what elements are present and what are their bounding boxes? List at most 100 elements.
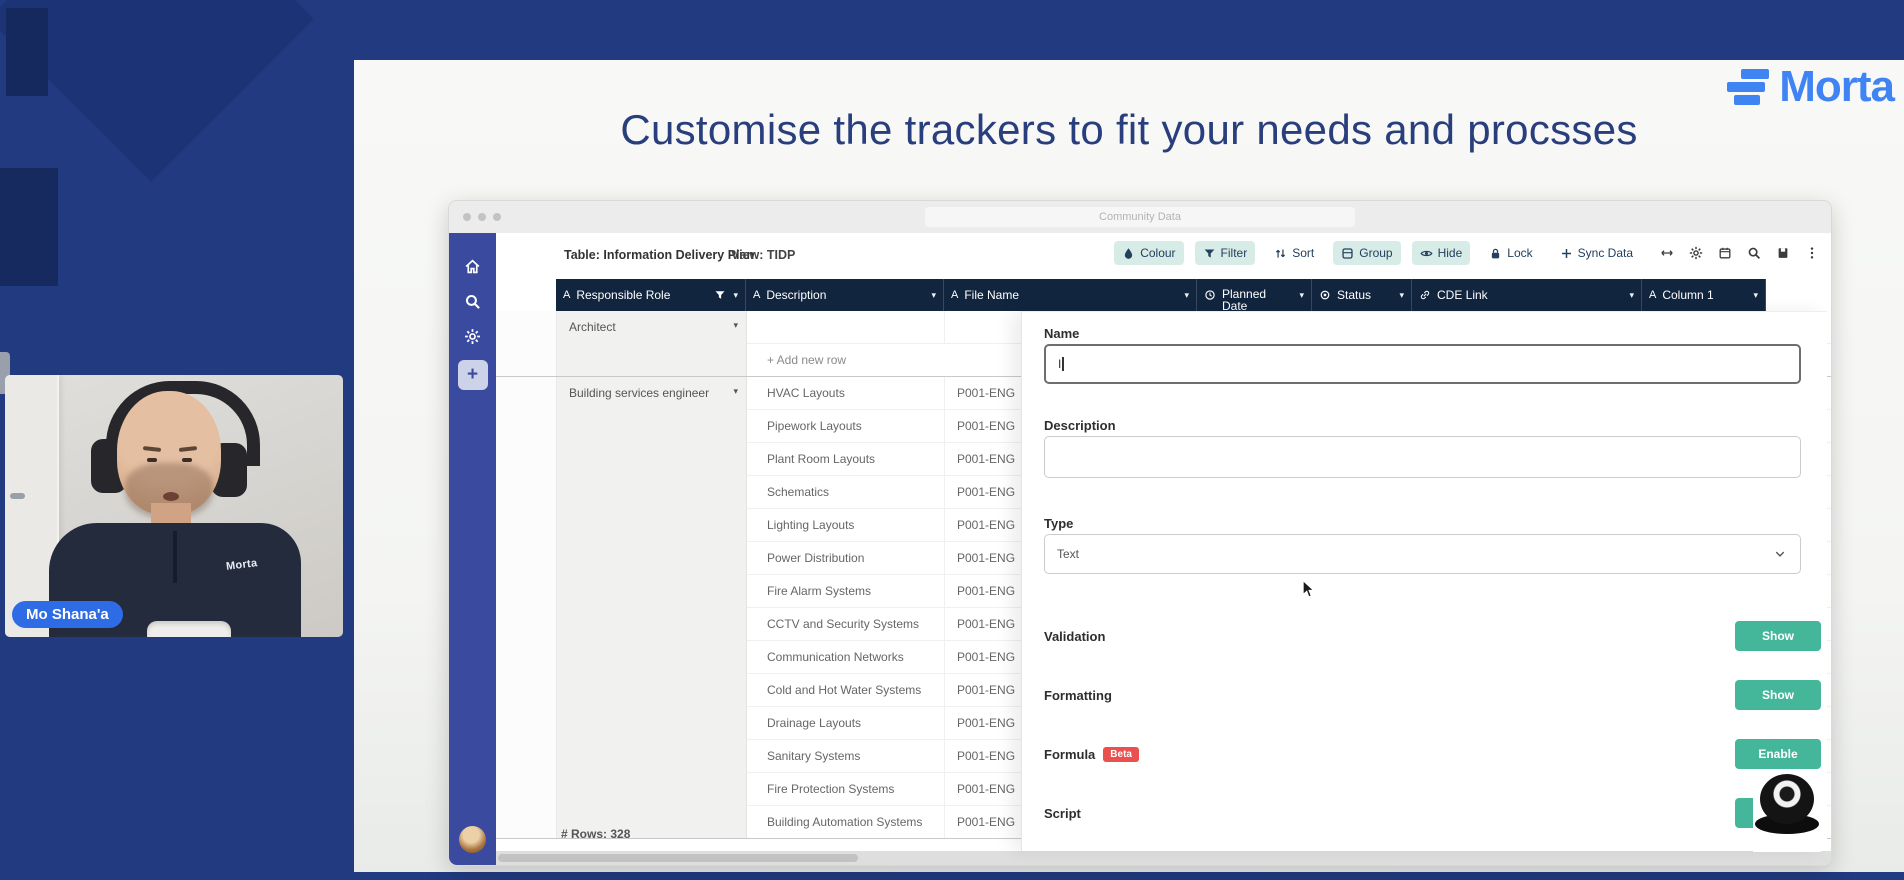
toolbar-button-label: Sort bbox=[1292, 246, 1314, 260]
filter-icon bbox=[1203, 247, 1216, 260]
column-menu-caret[interactable]: ▾ bbox=[1753, 290, 1758, 301]
user-avatar[interactable] bbox=[459, 826, 486, 853]
column-header-column-1[interactable]: AColumn 1▾ bbox=[1642, 279, 1766, 311]
cell-responsible-role[interactable]: Architect▾ bbox=[557, 311, 747, 376]
column-header-planned-date[interactable]: Planned Date▾ bbox=[1197, 279, 1312, 311]
role-text: Building services engineer bbox=[569, 386, 709, 400]
column-menu-caret[interactable]: ▾ bbox=[1399, 290, 1404, 301]
toolbar-group-button[interactable]: Group bbox=[1333, 241, 1400, 265]
toolbar-calendar-icon[interactable] bbox=[1718, 246, 1732, 260]
sidebar-home-button[interactable] bbox=[449, 249, 496, 284]
cell-description[interactable]: Cold and Hot Water Systems bbox=[747, 674, 945, 706]
buzzer-button-icon bbox=[1760, 774, 1814, 824]
column-settings-panel: Name I Description Type Text ValidationS… bbox=[1021, 311, 1827, 851]
column-header-file-name[interactable]: AFile Name▾ bbox=[944, 279, 1197, 311]
gear-icon bbox=[464, 328, 481, 345]
coffee-cup bbox=[147, 621, 231, 637]
shirt-brand-text: Morta bbox=[225, 557, 258, 573]
background-rect-shape-2 bbox=[0, 168, 58, 286]
table-toolbar: Colour Filter Sort Group Hide Lock Sync Data bbox=[1114, 241, 1819, 265]
column-label: File Name bbox=[964, 288, 1019, 302]
row-count-label: # Rows: 328 bbox=[561, 827, 630, 841]
door-handle bbox=[10, 493, 25, 499]
section-label: Formula bbox=[1044, 747, 1095, 762]
cell-description[interactable]: Power Distribution bbox=[747, 542, 945, 574]
cell-description[interactable]: CCTV and Security Systems bbox=[747, 608, 945, 640]
webcam-overlay: Morta Mo Shana'a bbox=[5, 375, 343, 637]
column-header-status[interactable]: Status▾ bbox=[1312, 279, 1412, 311]
cell-description[interactable]: Sanitary Systems bbox=[747, 740, 945, 772]
sidebar-search-button[interactable] bbox=[449, 284, 496, 319]
toolbar-kebab-icon[interactable] bbox=[1805, 246, 1819, 260]
search-icon bbox=[464, 293, 481, 310]
formula-enable-button[interactable]: Enable bbox=[1735, 739, 1821, 769]
window-minimize-button[interactable] bbox=[478, 213, 486, 221]
section-label: Validation bbox=[1044, 629, 1105, 644]
sidebar-gear-button[interactable] bbox=[449, 319, 496, 354]
cell-description[interactable]: Building Automation Systems bbox=[747, 806, 945, 838]
colour-icon bbox=[1122, 247, 1135, 260]
column-menu-caret[interactable]: ▾ bbox=[1184, 290, 1189, 301]
toolbar-search-icon[interactable] bbox=[1747, 246, 1761, 260]
text-column-type-icon: A bbox=[563, 289, 570, 301]
column-header-description[interactable]: ADescription▾ bbox=[746, 279, 944, 311]
role-dropdown-caret[interactable]: ▾ bbox=[733, 386, 738, 397]
cell-description[interactable]: Plant Room Layouts bbox=[747, 443, 945, 475]
view-selector[interactable]: View: TIDP bbox=[731, 248, 795, 262]
cell-description[interactable]: Lighting Layouts bbox=[747, 509, 945, 541]
column-label: Description bbox=[766, 288, 826, 302]
column-header-cde-link[interactable]: CDE Link▾ bbox=[1412, 279, 1642, 311]
cell-description[interactable] bbox=[747, 311, 945, 343]
column-menu-caret[interactable]: ▾ bbox=[733, 290, 738, 301]
type-select[interactable]: Text bbox=[1044, 534, 1801, 574]
filter-icon[interactable] bbox=[714, 289, 726, 301]
toolbar-sort-button[interactable]: Sort bbox=[1266, 241, 1322, 265]
mouth bbox=[163, 492, 179, 501]
description-label: Description bbox=[1044, 418, 1116, 433]
row-number-gutter bbox=[496, 377, 557, 838]
column-header-responsible-role[interactable]: AResponsible Role▾ bbox=[556, 279, 746, 311]
toolbar-button-label: Sync Data bbox=[1578, 246, 1633, 260]
column-menu-caret[interactable]: ▾ bbox=[931, 290, 936, 301]
role-dropdown-caret[interactable]: ▾ bbox=[733, 320, 738, 331]
type-select-value: Text bbox=[1057, 547, 1079, 561]
sidebar-add-button[interactable]: + bbox=[458, 360, 488, 390]
toolbar-button-label: Colour bbox=[1140, 246, 1175, 260]
toolbar-hide-button[interactable]: Hide bbox=[1412, 241, 1471, 265]
formatting-show-button[interactable]: Show bbox=[1735, 680, 1821, 710]
name-label: Name bbox=[1044, 326, 1079, 341]
cell-description[interactable]: HVAC Layouts bbox=[747, 377, 945, 409]
column-menu-caret[interactable]: ▾ bbox=[1629, 290, 1634, 301]
toolbar-lock-button[interactable]: Lock bbox=[1481, 241, 1540, 265]
column-label: Column 1 bbox=[1662, 288, 1713, 302]
beta-badge: Beta bbox=[1103, 747, 1139, 762]
cell-description[interactable]: Fire Protection Systems bbox=[747, 773, 945, 805]
window-zoom-button[interactable] bbox=[493, 213, 501, 221]
cell-responsible-role[interactable]: Building services engineer ▾ bbox=[557, 377, 747, 838]
cell-description[interactable]: Drainage Layouts bbox=[747, 707, 945, 739]
toolbar-sync-data-button[interactable]: Sync Data bbox=[1552, 241, 1641, 265]
toolbar-gear-icon[interactable] bbox=[1689, 246, 1703, 260]
buzzer-overlay bbox=[1753, 770, 1821, 852]
cell-description[interactable]: Communication Networks bbox=[747, 641, 945, 673]
toolbar-arrows-horizontal-icon[interactable] bbox=[1660, 246, 1674, 260]
window-close-button[interactable] bbox=[463, 213, 471, 221]
column-menu-caret[interactable]: ▾ bbox=[1299, 290, 1304, 301]
name-input-value: I bbox=[1058, 357, 1061, 371]
toolbar-colour-button[interactable]: Colour bbox=[1114, 241, 1183, 265]
section-label: Script bbox=[1044, 806, 1081, 821]
validation-show-button[interactable]: Show bbox=[1735, 621, 1821, 651]
toolbar-save-icon[interactable] bbox=[1776, 246, 1790, 260]
slide-title: Customise the trackers to fit your needs… bbox=[620, 106, 1637, 154]
window-title: Community Data bbox=[925, 207, 1355, 227]
scrollbar-thumb[interactable] bbox=[498, 854, 858, 862]
description-input[interactable] bbox=[1044, 436, 1801, 478]
toolbar-filter-button[interactable]: Filter bbox=[1195, 241, 1256, 265]
group-icon bbox=[1341, 247, 1354, 260]
cell-description[interactable]: Schematics bbox=[747, 476, 945, 508]
name-input[interactable]: I bbox=[1044, 344, 1801, 384]
presenter-name-tag: Mo Shana'a bbox=[12, 601, 123, 628]
cell-description[interactable]: Pipework Layouts bbox=[747, 410, 945, 442]
cell-description[interactable]: Fire Alarm Systems bbox=[747, 575, 945, 607]
text-cursor bbox=[1062, 357, 1064, 371]
